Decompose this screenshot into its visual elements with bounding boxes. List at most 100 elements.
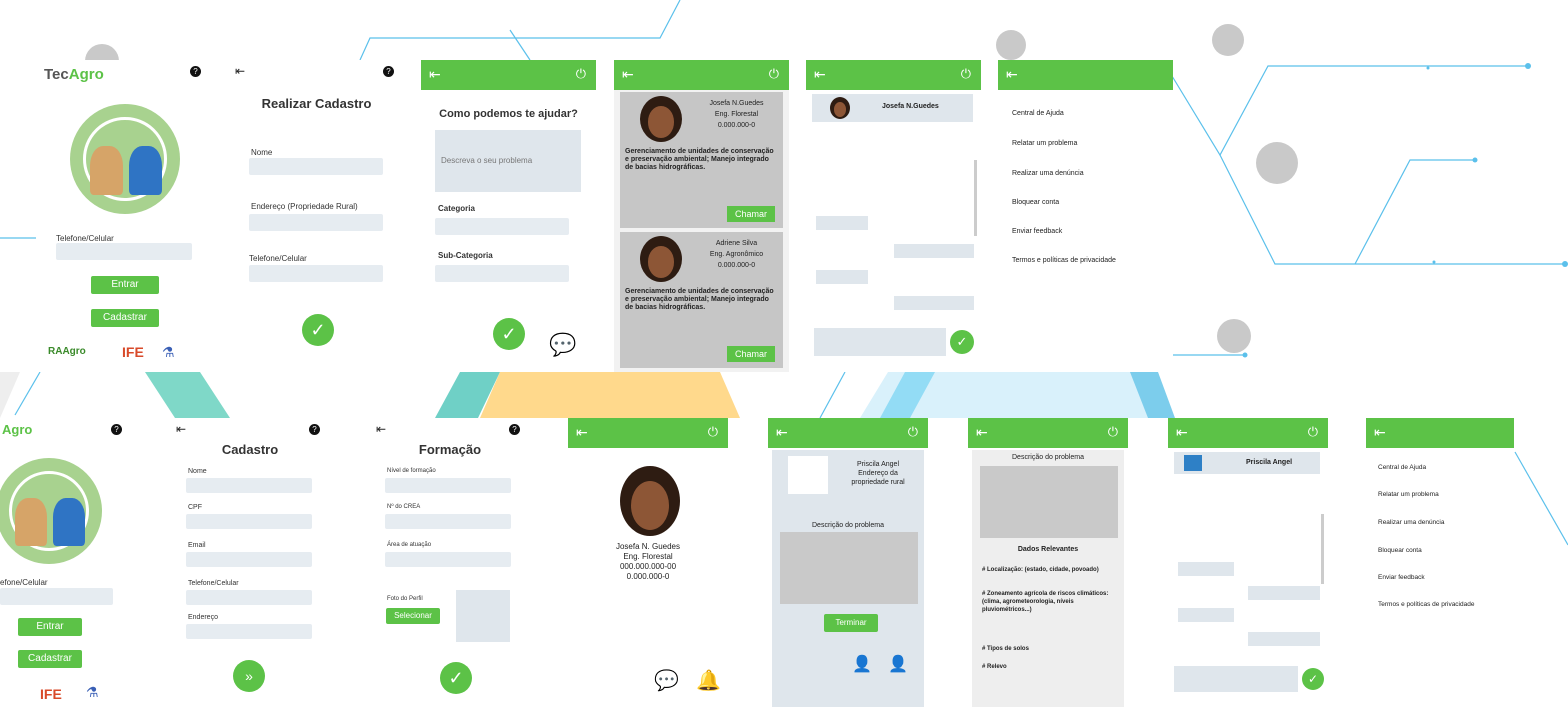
address-label: propriedade rural: [851, 479, 905, 486]
enter-button[interactable]: Entrar: [18, 618, 82, 636]
send-check-icon[interactable]: ✓: [1302, 668, 1324, 690]
problem-textarea[interactable]: Descreva o seu problema: [435, 130, 581, 192]
specialist-phone: 0.000.000-0: [717, 262, 756, 269]
avatar: [620, 466, 680, 536]
category-select[interactable]: [435, 218, 569, 235]
name-input[interactable]: [249, 158, 383, 175]
area-input[interactable]: [385, 552, 511, 567]
power-icon[interactable]: ⏻: [769, 66, 779, 82]
menu-item-report-problem[interactable]: Relatar um problema: [1012, 140, 1077, 147]
scrollbar[interactable]: [974, 160, 977, 236]
call-button[interactable]: Chamar: [727, 206, 775, 222]
requester-name: Priscila Angel: [856, 461, 900, 468]
help-icon[interactable]: ?: [111, 424, 122, 435]
message-bubble: [1248, 586, 1320, 600]
back-icon[interactable]: ⇤: [976, 424, 988, 441]
address-label: Endereço da: [858, 470, 898, 477]
enter-button[interactable]: Entrar: [91, 276, 159, 294]
menu-item-help-center[interactable]: Central de Ajuda: [1378, 464, 1426, 471]
top-bar: ⇤: [998, 60, 1173, 90]
menu-item-block-account[interactable]: Bloquear conta: [1378, 547, 1422, 554]
help-icon[interactable]: ?: [383, 66, 394, 77]
crea-input[interactable]: [385, 514, 511, 529]
menu-item-report-abuse[interactable]: Realizar uma denúncia: [1012, 170, 1084, 177]
call-button[interactable]: Chamar: [727, 346, 775, 362]
cpf-input[interactable]: [186, 514, 312, 529]
phone-input[interactable]: [249, 265, 383, 282]
back-icon[interactable]: ⇤: [1374, 424, 1386, 441]
finish-button[interactable]: Terminar: [824, 614, 878, 632]
chat-icon[interactable]: 💬: [654, 668, 679, 693]
confirm-check-icon[interactable]: ✓: [440, 662, 472, 694]
help-icon[interactable]: ?: [509, 424, 520, 435]
back-icon[interactable]: ⇤: [576, 424, 588, 441]
details-item: # Localização: (estado, cidade, povoado): [982, 567, 1099, 573]
back-icon[interactable]: ⇤: [1176, 424, 1188, 441]
menu-item-block-account[interactable]: Bloquear conta: [1012, 199, 1059, 206]
back-icon[interactable]: ⇤: [429, 66, 441, 83]
accept-user-icon[interactable]: 👤: [888, 654, 908, 674]
phone-input[interactable]: [56, 243, 192, 260]
menu-item-feedback[interactable]: Enviar feedback: [1378, 574, 1425, 581]
power-icon[interactable]: ⏻: [908, 424, 918, 440]
register-screen: ⇤ ? Realizar Cadastro Nome Endereço (Pro…: [229, 60, 404, 372]
chat-icon[interactable]: 💬: [549, 332, 576, 358]
subcategory-select[interactable]: [435, 265, 569, 282]
back-icon[interactable]: ⇤: [814, 66, 826, 83]
name-input[interactable]: [186, 478, 312, 493]
menu-item-help-center[interactable]: Central de Ajuda: [1012, 110, 1064, 117]
contact-name: Priscila Angel: [1246, 459, 1293, 466]
power-icon[interactable]: ⏻: [1108, 424, 1118, 440]
specialist-name: Adriene Silva: [715, 240, 758, 247]
bell-icon[interactable]: 🔔: [696, 668, 721, 693]
back-icon[interactable]: ⇤: [776, 424, 788, 441]
confirm-check-icon[interactable]: ✓: [302, 314, 334, 346]
phone-input[interactable]: [186, 590, 312, 605]
help-icon[interactable]: ?: [190, 66, 201, 77]
avatar: [830, 97, 850, 119]
cadastro-screen: ⇤ ? Cadastro Nome CPF Email Telefone/Cel…: [170, 418, 330, 707]
specialist-role: Eng. Agronômico: [709, 251, 764, 258]
report-user-icon[interactable]: 👤: [852, 654, 872, 674]
power-icon[interactable]: ⏻: [961, 66, 971, 82]
select-photo-button[interactable]: Selecionar: [386, 608, 440, 624]
phone-input[interactable]: [0, 588, 113, 605]
back-icon[interactable]: ⇤: [622, 66, 634, 83]
message-bubble: [1248, 632, 1320, 646]
problem-title: Descrição do problema: [1012, 454, 1084, 461]
next-arrow-icon[interactable]: »: [233, 660, 265, 692]
top-bar: ⇤ ⏻: [1168, 418, 1328, 448]
phone-label: Telefone/Celular: [188, 580, 239, 587]
message-input[interactable]: [1174, 666, 1298, 692]
address-input[interactable]: [186, 624, 312, 639]
page-title: Realizar Cadastro: [261, 96, 372, 111]
address-input[interactable]: [249, 214, 383, 231]
back-icon[interactable]: ⇤: [376, 422, 386, 436]
menu-item-report-abuse[interactable]: Realizar uma denúncia: [1378, 519, 1444, 526]
education-input[interactable]: [385, 478, 511, 493]
message-bubble: [1178, 562, 1234, 576]
register-button[interactable]: Cadastrar: [91, 309, 159, 327]
message-bubble: [894, 296, 974, 310]
help-icon[interactable]: ?: [309, 424, 320, 435]
power-icon[interactable]: ⏻: [708, 424, 718, 440]
menu-screen-2: ⇤ Central de Ajuda Relatar um problema R…: [1366, 418, 1514, 707]
confirm-check-icon[interactable]: ✓: [493, 318, 525, 350]
back-icon[interactable]: ⇤: [1006, 66, 1018, 83]
menu-item-feedback[interactable]: Enviar feedback: [1012, 228, 1062, 235]
menu-item-privacy[interactable]: Termos e políticas de privacidade: [1378, 601, 1474, 608]
menu-item-privacy[interactable]: Termos e políticas de privacidade: [1012, 257, 1116, 264]
app-logo: Agro: [2, 422, 33, 437]
back-icon[interactable]: ⇤: [235, 64, 245, 78]
register-button[interactable]: Cadastrar: [18, 650, 82, 668]
power-icon[interactable]: ⏻: [1308, 424, 1318, 440]
page-title: Como podemos te ajudar?: [439, 108, 578, 120]
menu-item-report-problem[interactable]: Relatar um problema: [1378, 491, 1439, 498]
message-input[interactable]: [814, 328, 946, 356]
back-icon[interactable]: ⇤: [176, 422, 186, 436]
power-icon[interactable]: ⏻: [576, 66, 586, 82]
send-check-icon[interactable]: ✓: [950, 330, 974, 354]
scrollbar[interactable]: [1321, 514, 1324, 584]
email-input[interactable]: [186, 552, 312, 567]
profile-phone: 0.000.000-0: [626, 572, 670, 581]
